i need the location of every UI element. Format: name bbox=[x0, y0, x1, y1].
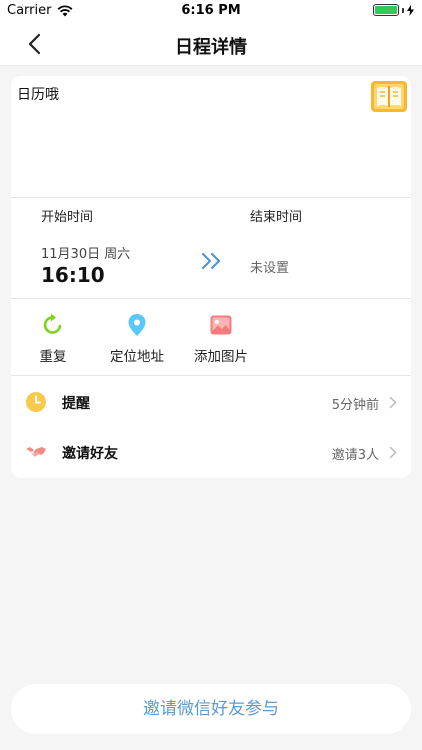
repeat-icon bbox=[43, 313, 62, 334]
reminder-label: 提醒 bbox=[62, 396, 90, 412]
image-icon bbox=[210, 315, 232, 335]
chevron-right-icon bbox=[389, 446, 397, 459]
reminder-value: 5分钟前 bbox=[331, 398, 379, 413]
divider bbox=[11, 197, 411, 198]
start-time-label: 开始时间 bbox=[41, 210, 94, 225]
chevron-right-icon bbox=[389, 396, 397, 409]
repeat-label: 重复 bbox=[39, 349, 67, 365]
invite-wechat-friends-button[interactable]: 邀请微信好友参与 bbox=[11, 684, 411, 734]
charging-bolt-icon bbox=[407, 4, 414, 16]
event-title: 日历哦 bbox=[17, 87, 59, 103]
reminder-row[interactable]: 提醒 5分钟前 bbox=[11, 377, 411, 427]
navigation-bar: 日程详情 bbox=[0, 22, 422, 66]
schedule-card: 日历哦 开始时间 结束时间 11月30日 周六 16:10 未设置 重复 定位地… bbox=[11, 76, 411, 478]
status-bar: Carrier 6:16 PM bbox=[0, 0, 422, 22]
add-image-label: 添加图片 bbox=[194, 349, 248, 365]
location-pin-icon bbox=[128, 314, 146, 336]
divider bbox=[11, 298, 411, 299]
invite-friends-row[interactable]: 邀请好友 邀请3人 bbox=[11, 427, 411, 477]
end-time-value[interactable]: 未设置 bbox=[250, 257, 289, 276]
page-title: 日程详情 bbox=[175, 37, 247, 58]
handshake-icon bbox=[26, 447, 46, 457]
double-chevron-right-icon bbox=[202, 253, 220, 269]
end-time-label: 结束时间 bbox=[250, 210, 303, 225]
location-button[interactable]: 定位地址 bbox=[92, 312, 182, 365]
status-time: 6:16 PM bbox=[181, 3, 241, 18]
battery-icon bbox=[373, 4, 399, 16]
repeat-button[interactable]: 重复 bbox=[11, 312, 98, 365]
invite-friends-label: 邀请好友 bbox=[62, 446, 118, 462]
invite-friends-value: 邀请3人 bbox=[331, 448, 379, 463]
location-label: 定位地址 bbox=[110, 349, 164, 365]
add-image-button[interactable]: 添加图片 bbox=[176, 312, 266, 365]
clock-icon bbox=[26, 392, 46, 412]
start-time[interactable]: 16:10 bbox=[41, 263, 105, 287]
divider bbox=[11, 375, 411, 376]
book-icon bbox=[371, 81, 407, 112]
battery-indicator bbox=[373, 4, 414, 16]
start-date[interactable]: 11月30日 周六 bbox=[41, 243, 130, 262]
